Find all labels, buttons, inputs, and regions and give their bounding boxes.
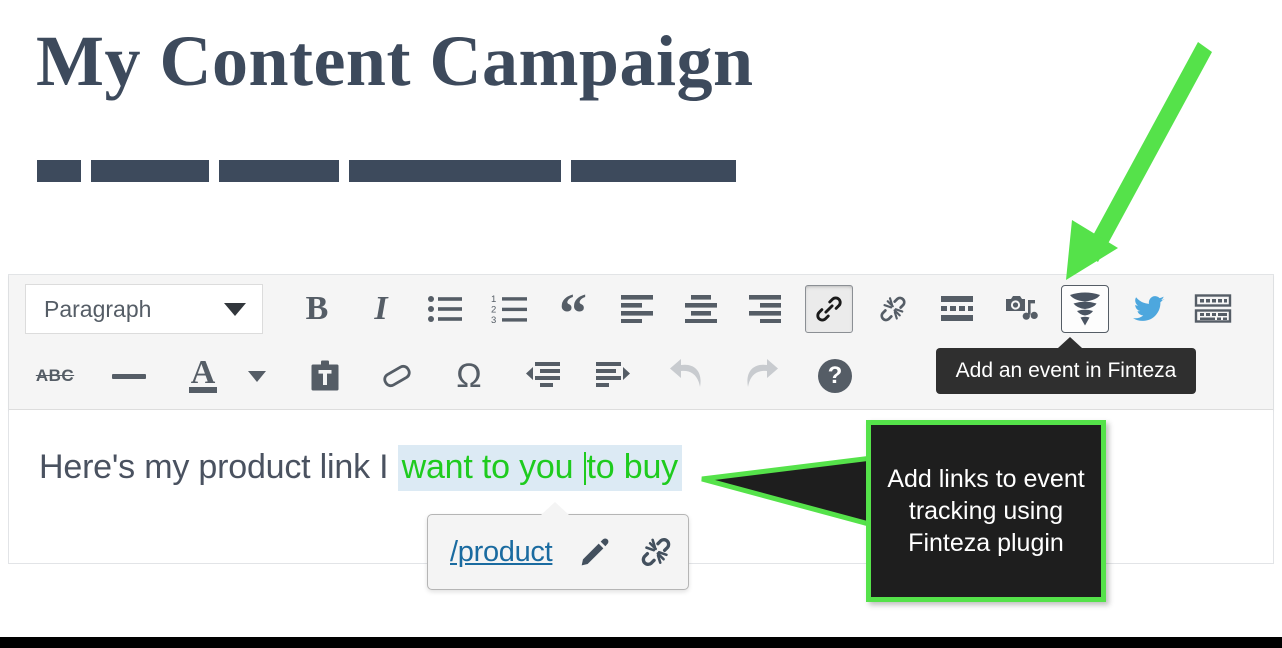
link-text-after-caret: to buy [586,448,679,486]
strikethrough-icon: ABC [35,366,75,385]
callout-pointer-tail [701,454,880,529]
bold-button[interactable]: B [293,285,341,333]
unlink-icon [642,537,671,567]
paragraph-plain-text: Here's my product link I [39,448,398,486]
align-left-button[interactable] [613,285,661,333]
remove-link-button[interactable] [869,285,917,333]
text-color-dropdown[interactable] [233,352,281,400]
outdent-icon [526,362,560,387]
italic-button[interactable]: I [357,285,405,333]
twitter-button[interactable] [1125,285,1173,333]
undo-arrow-icon [670,359,701,387]
edit-link-button[interactable] [578,535,612,569]
horizontal-rule-icon [112,373,146,379]
add-media-button[interactable] [997,285,1045,333]
redacted-bar-2 [91,160,209,182]
finteza-tooltip: Add an event in Finteza [936,337,1196,394]
unlink-icon [880,296,906,322]
link-url[interactable]: /product [450,536,553,569]
align-center-icon [685,295,717,323]
eraser-icon [383,364,411,388]
indent-icon [596,362,630,387]
link-popover: /product [427,500,689,590]
toolbar-row-primary: Paragraph B I 1 2 3 “ [9,275,1273,343]
link-text-before-caret: want to you [401,448,583,486]
finteza-funnel-icon [1070,292,1100,326]
numbered-list-button[interactable]: 1 2 3 [485,285,533,333]
svg-text:2: 2 [491,305,496,316]
chevron-down-icon [248,370,266,382]
finteza-event-button[interactable] [1061,285,1109,333]
bulleted-list-button[interactable] [421,285,469,333]
text-color-icon: A [188,354,218,393]
green-arrow-to-finteza-button [1066,42,1212,280]
clipboard-text-icon [311,360,339,391]
pencil-icon [582,538,609,566]
paragraph-format-select[interactable]: Paragraph [25,284,263,334]
align-right-icon [749,295,781,323]
align-center-button[interactable] [677,285,725,333]
bold-icon: B [305,290,329,327]
paragraph-format-value: Paragraph [44,295,152,322]
omega-icon: Ω [456,357,482,395]
clear-formatting-button[interactable] [373,352,421,400]
selected-link-text[interactable]: want to you to buy [397,445,682,491]
paste-as-text-button[interactable] [301,352,349,400]
finteza-callout-note: Add links to event tracking using Fintez… [866,420,1106,602]
bottom-black-bar [0,637,1282,648]
align-right-button[interactable] [741,285,789,333]
redacted-bar-5 [571,160,736,182]
read-more-icon [941,296,973,321]
keyboard-shortcuts-button[interactable] [1189,285,1237,333]
page-title: My Content Campaign [36,21,754,101]
media-camera-music-icon [1006,296,1038,320]
strikethrough-button[interactable]: ABC [31,352,79,400]
redo-button[interactable] [737,352,785,400]
text-caret [583,452,586,485]
svg-text:3: 3 [491,315,496,324]
keyboard-icon [1194,294,1232,323]
outdent-button[interactable] [519,352,567,400]
keyboard-help-button[interactable]: ? [811,352,859,400]
help-circle-icon: ? [818,359,852,393]
redacted-bar-1 [37,160,81,182]
chevron-down-icon [224,302,246,316]
redacted-text-row [37,160,736,182]
indent-button[interactable] [589,352,637,400]
align-left-icon [621,295,653,323]
special-character-button[interactable]: Ω [445,352,493,400]
blockquote-button[interactable]: “ [549,285,597,342]
twitter-bird-icon [1133,296,1165,321]
unlink-button[interactable] [638,534,674,570]
redacted-bar-3 [219,160,339,182]
redacted-bar-4 [349,160,561,182]
bulleted-list-icon [428,296,462,322]
numbered-list-icon: 1 2 3 [491,294,527,324]
undo-button[interactable] [663,352,711,400]
editor-paragraph[interactable]: Here's my product link I want to you to … [39,445,682,491]
link-icon [816,296,842,322]
italic-icon: I [374,290,388,327]
insert-read-more-button[interactable] [933,285,981,333]
svg-text:1: 1 [491,294,496,305]
horizontal-rule-button[interactable] [105,352,153,400]
text-color-button[interactable]: A [179,352,227,400]
redo-arrow-icon [747,359,778,387]
insert-link-button[interactable] [805,285,853,333]
